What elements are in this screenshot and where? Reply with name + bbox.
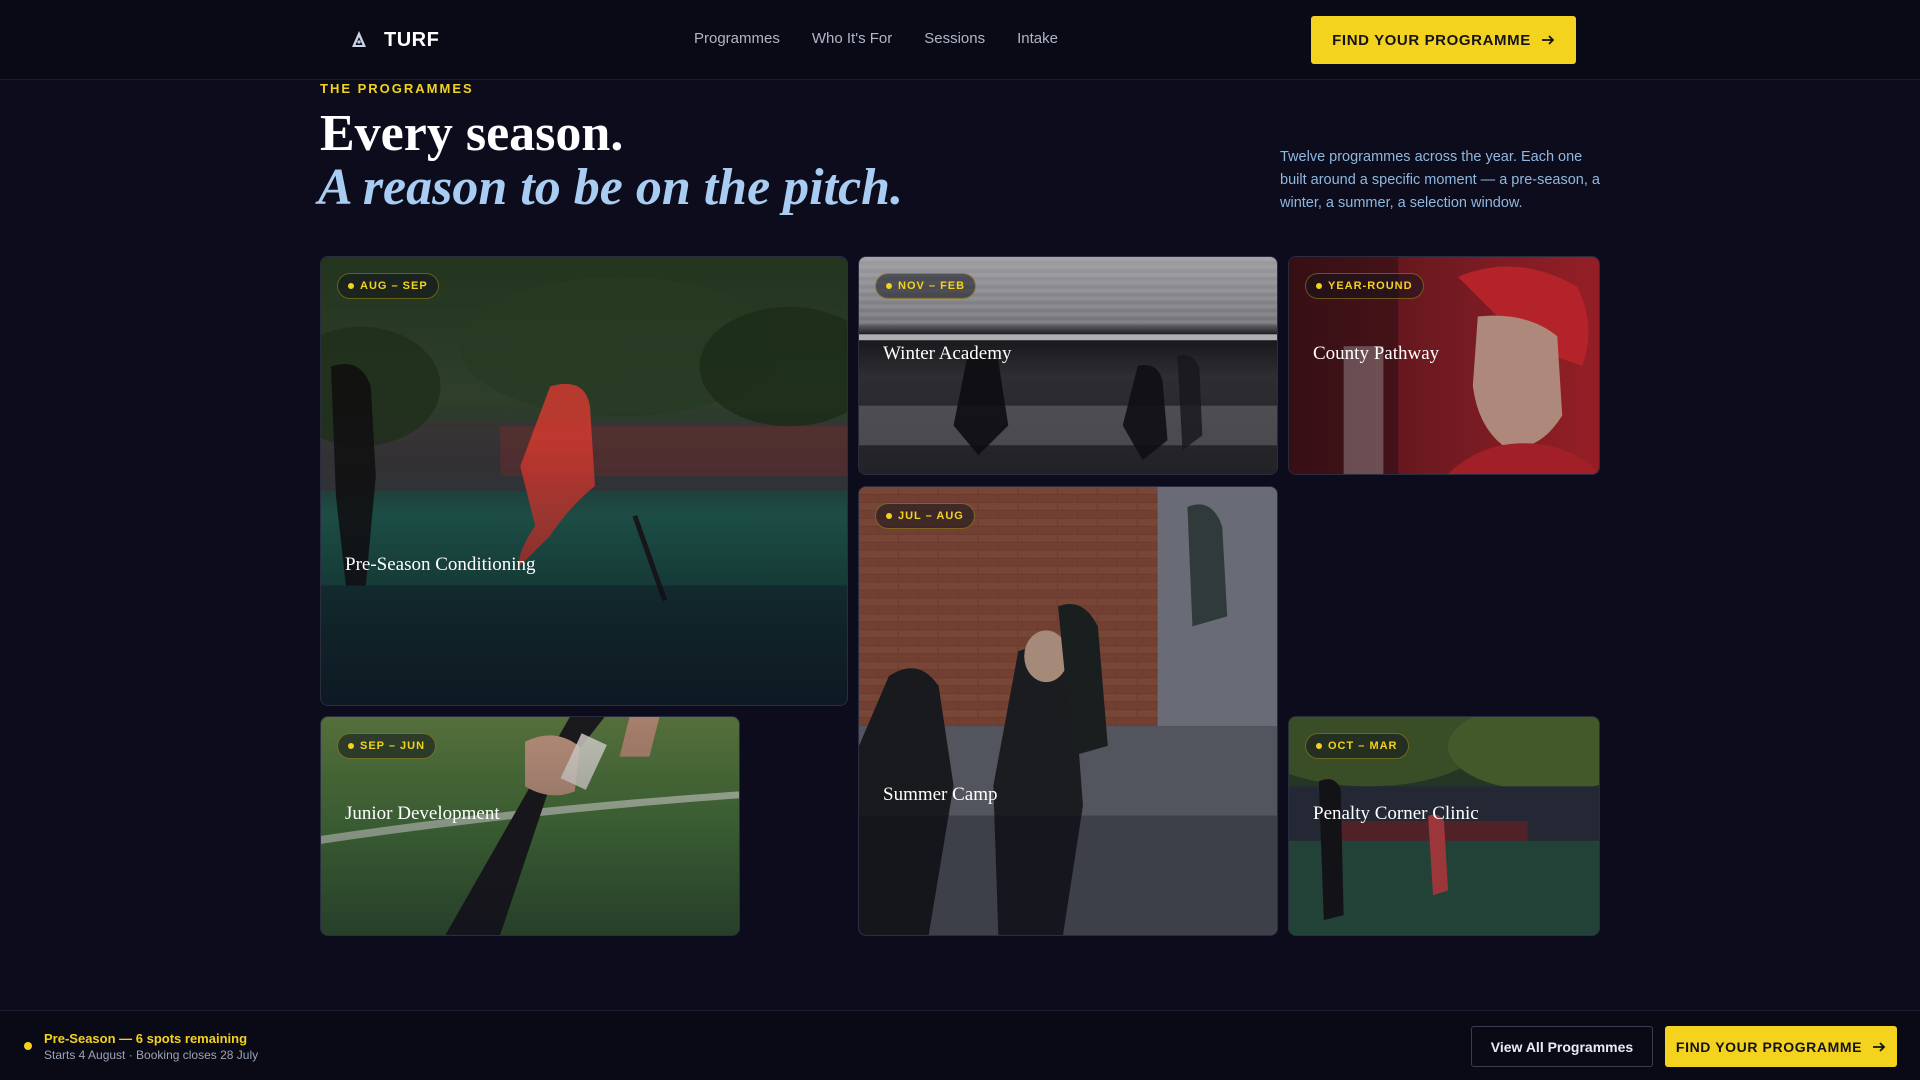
section-title: Every season.: [320, 105, 624, 162]
badge-dot-icon: [348, 283, 354, 289]
footer-find-programme-label: FIND YOUR PROGRAMME: [1675, 1038, 1863, 1055]
programme-card-county-pathway[interactable]: YEAR-ROUND County Pathway: [1288, 256, 1600, 475]
badge-dot-icon: [1316, 283, 1322, 289]
season-badge-label: JUL – AUG: [898, 510, 964, 522]
season-badge-label: AUG – SEP: [360, 280, 428, 292]
badge-dot-icon: [886, 513, 892, 519]
season-badge-label: YEAR-ROUND: [1328, 280, 1413, 292]
find-programme-label: FIND YOUR PROGRAMME: [1332, 31, 1531, 49]
season-badge: YEAR-ROUND: [1305, 273, 1424, 299]
programme-title: Summer Camp: [883, 784, 998, 805]
season-badge-label: NOV – FEB: [898, 280, 966, 292]
season-badge: JUL – AUG: [875, 503, 975, 529]
nav-links: Programmes Who It's For Sessions Intake: [694, 30, 1058, 47]
programme-card-penalty-corner[interactable]: OCT – MAR Penalty Corner Clinic: [1288, 716, 1600, 936]
nav-link-sessions[interactable]: Sessions: [924, 30, 985, 47]
programme-card-winter-academy[interactable]: NOV – FEB Winter Academy: [858, 256, 1278, 475]
nav-link-who-its-for[interactable]: Who It's For: [812, 30, 892, 47]
turf-logo-icon: [352, 31, 366, 47]
arrow-right-icon: [1873, 1041, 1886, 1052]
season-badge-label: OCT – MAR: [1328, 740, 1398, 752]
nav-link-intake[interactable]: Intake: [1017, 30, 1058, 47]
programme-title: Pre-Season Conditioning: [345, 554, 536, 575]
badge-dot-icon: [886, 283, 892, 289]
nav-link-programmes[interactable]: Programmes: [694, 30, 780, 47]
programme-title: Penalty Corner Clinic: [1313, 803, 1479, 824]
section-subtitle: A reason to be on the pitch.: [318, 159, 904, 216]
programme-title: Junior Development: [345, 803, 500, 824]
brand-link[interactable]: TURF: [348, 25, 439, 55]
programme-title: County Pathway: [1313, 343, 1440, 364]
sticky-booking-bar: Pre-Season — 6 spots remaining Starts 4 …: [0, 1010, 1920, 1080]
footer-find-programme-button[interactable]: FIND YOUR PROGRAMME: [1665, 1026, 1897, 1067]
season-badge: AUG – SEP: [337, 273, 439, 299]
brand-name: TURF: [384, 28, 440, 51]
availability-status: Pre-Season — 6 spots remaining: [44, 1031, 248, 1046]
card-shade: [321, 257, 847, 705]
view-all-programmes-button[interactable]: View All Programmes: [1471, 1026, 1653, 1067]
programme-title: Winter Academy: [883, 343, 1012, 364]
programme-card-junior-development[interactable]: SEP – JUN Junior Development: [320, 716, 740, 936]
find-programme-button[interactable]: FIND YOUR PROGRAMME: [1311, 16, 1576, 64]
availability-dates: Starts 4 August · Booking closes 28 July: [44, 1048, 259, 1062]
season-badge-label: SEP – JUN: [360, 740, 426, 752]
programme-card-pre-season[interactable]: AUG – SEP Pre-Season Conditioning: [320, 256, 848, 706]
card-shade: [859, 487, 1277, 935]
badge-dot-icon: [1316, 743, 1322, 749]
programme-card-summer-camp[interactable]: JUL – AUG Summer Camp: [858, 486, 1278, 936]
arrow-right-icon: [1541, 35, 1555, 45]
status-dot-icon: [24, 1042, 32, 1050]
season-badge: SEP – JUN: [337, 733, 437, 759]
badge-dot-icon: [348, 743, 354, 749]
section-description: Twelve programmes across the year. Each …: [1280, 149, 1600, 211]
season-badge: OCT – MAR: [1305, 733, 1409, 759]
top-nav: TURF Programmes Who It's For Sessions In…: [0, 0, 1920, 80]
season-badge: NOV – FEB: [875, 273, 977, 299]
section-eyebrow: THE PROGRAMMES: [320, 81, 474, 96]
